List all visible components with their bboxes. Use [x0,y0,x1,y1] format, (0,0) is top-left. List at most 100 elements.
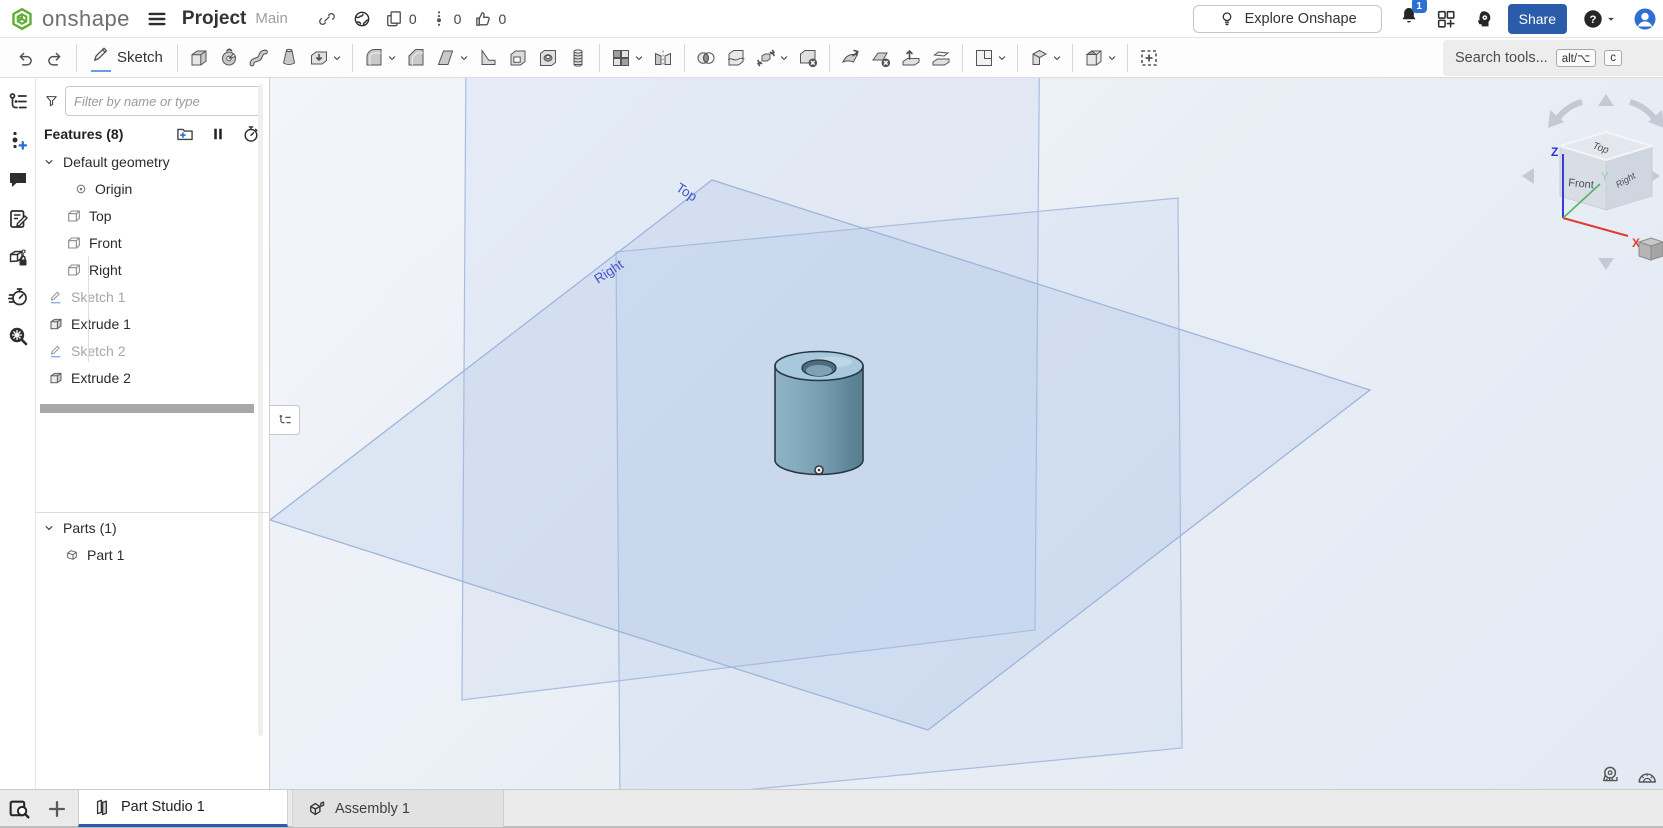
shell-button[interactable] [506,46,530,70]
thread-button[interactable] [566,46,590,70]
delete-part-button[interactable] [796,46,820,70]
split-button[interactable] [724,46,748,70]
boolean-button[interactable] [694,46,718,70]
suspend-regeneration-icon[interactable] [209,125,227,143]
user-avatar[interactable] [1633,7,1657,31]
feature-list-flyout-button[interactable] [270,405,300,435]
hole-button[interactable] [536,46,560,70]
chamfer-button[interactable] [404,46,428,70]
tab-assembly-1[interactable]: Assembly 1 [292,790,504,827]
transform-button[interactable] [754,46,778,70]
linear-pattern-button[interactable] [609,46,633,70]
share-link-icon[interactable] [317,9,337,29]
part-1-row[interactable]: Part 1 [36,541,270,568]
custom-feature-button[interactable] [1137,46,1161,70]
feature-front-plane[interactable]: Front [36,229,269,256]
feature-extrude-2[interactable]: Extrude 2 [36,364,269,391]
undo-button[interactable] [14,47,36,69]
rotate-down-arrow[interactable] [1598,258,1614,270]
parts-header-row[interactable]: Parts (1) [36,514,270,541]
graphics-viewport[interactable]: Top Right [270,78,1663,789]
move-face-button[interactable] [899,46,923,70]
help-caret-icon[interactable] [1604,12,1618,26]
public-globe-icon[interactable] [352,9,372,29]
rotate-left-arrow[interactable] [1522,168,1534,184]
chevron-down-icon[interactable] [42,521,56,535]
comments-icon[interactable] [6,168,30,192]
feature-sketch-2[interactable]: Sketch 2 [36,337,269,364]
search-tools-input[interactable]: Search tools... alt/⌥ c [1443,40,1663,76]
plane-dropdown-icon[interactable] [995,51,1009,65]
replace-face-button[interactable] [929,46,953,70]
part-1-solid[interactable] [775,352,863,475]
plane-button[interactable] [972,46,996,70]
mass-properties-icon[interactable] [1636,766,1658,788]
likes-counter[interactable]: 0 [473,9,506,29]
chevron-down-icon[interactable] [42,155,56,169]
feature-extrude-1[interactable]: Extrude 1 [36,310,269,337]
rib-button[interactable] [476,46,500,70]
new-folder-icon[interactable] [175,124,195,144]
feature-right-plane[interactable]: Right [36,256,269,283]
measure-icon[interactable] [1600,764,1622,786]
feature-top-plane[interactable]: Top [36,202,269,229]
draft-button[interactable] [434,46,458,70]
curve-button[interactable] [1027,46,1051,70]
composite-part-button[interactable] [1082,46,1106,70]
versions-history-icon[interactable] [6,129,30,153]
standard-content-icon[interactable]: ? [6,246,30,270]
redo-button[interactable] [44,47,66,69]
filter-input[interactable] [65,86,261,116]
performance-icon[interactable] [6,285,30,309]
revolve-button[interactable] [217,46,241,70]
feature-list-panel-icon[interactable] [6,90,30,114]
delete-face-button[interactable] [869,46,893,70]
curve-dropdown-icon[interactable] [1050,51,1064,65]
app-store-icon[interactable] [1435,8,1457,30]
fillet-button[interactable] [362,46,386,70]
onshape-logo-icon[interactable] [10,7,34,31]
isometric-view-cube-icon[interactable] [1639,238,1663,260]
feature-default-geometry[interactable]: Default geometry [36,148,269,175]
pattern-dropdown-icon[interactable] [632,51,646,65]
explore-onshape-button[interactable]: Explore Onshape [1193,5,1382,33]
filter-icon[interactable] [44,91,59,111]
mirror-button[interactable] [651,46,675,70]
rotate-ccw-arrow[interactable] [1558,102,1582,118]
sketch-icon [48,343,64,359]
notes-icon[interactable] [6,207,30,231]
share-button[interactable]: Share [1508,4,1567,34]
extrude-button[interactable] [187,46,211,70]
rotate-up-arrow[interactable] [1598,94,1614,106]
modify-fillet-button[interactable] [839,46,863,70]
feature-origin[interactable]: Origin [36,175,269,202]
sketch-button[interactable]: Sketch [83,42,171,74]
composite-dropdown-icon[interactable] [1105,51,1119,65]
panel-scrollbar[interactable] [258,84,263,736]
feature-sketch-1[interactable]: Sketch 1 [36,283,269,310]
help-icon[interactable]: ? [1582,8,1604,30]
loft-button[interactable] [277,46,301,70]
rotate-cw-arrow[interactable] [1630,102,1654,118]
search-settings-icon[interactable] [6,324,30,348]
draft-dropdown-icon[interactable] [457,51,471,65]
notifications-button[interactable]: 1 [1398,5,1420,32]
transform-dropdown-icon[interactable] [777,51,791,65]
add-tab-button[interactable] [46,798,68,820]
onshape-wordmark[interactable]: onshape [42,6,130,32]
learning-center-icon[interactable] [1472,8,1494,30]
sweep-button[interactable] [247,46,271,70]
copies-counter[interactable]: 0 [384,9,417,29]
main-menu-icon[interactable] [146,8,168,30]
workspace-label[interactable]: Main [255,10,288,27]
rollback-bar[interactable] [40,404,254,413]
manage-tabs-icon[interactable] [7,797,32,822]
fillet-dropdown-icon[interactable] [385,51,399,65]
thicken-dropdown-icon[interactable] [330,51,344,65]
lightbulb-icon [1218,10,1236,28]
versions-counter[interactable]: 0 [429,9,462,29]
tab-part-studio-1[interactable]: Part Studio 1 [78,790,288,827]
document-title[interactable]: Project [182,8,246,30]
thicken-button[interactable] [307,46,331,70]
feature-label: Extrude 2 [71,370,131,386]
